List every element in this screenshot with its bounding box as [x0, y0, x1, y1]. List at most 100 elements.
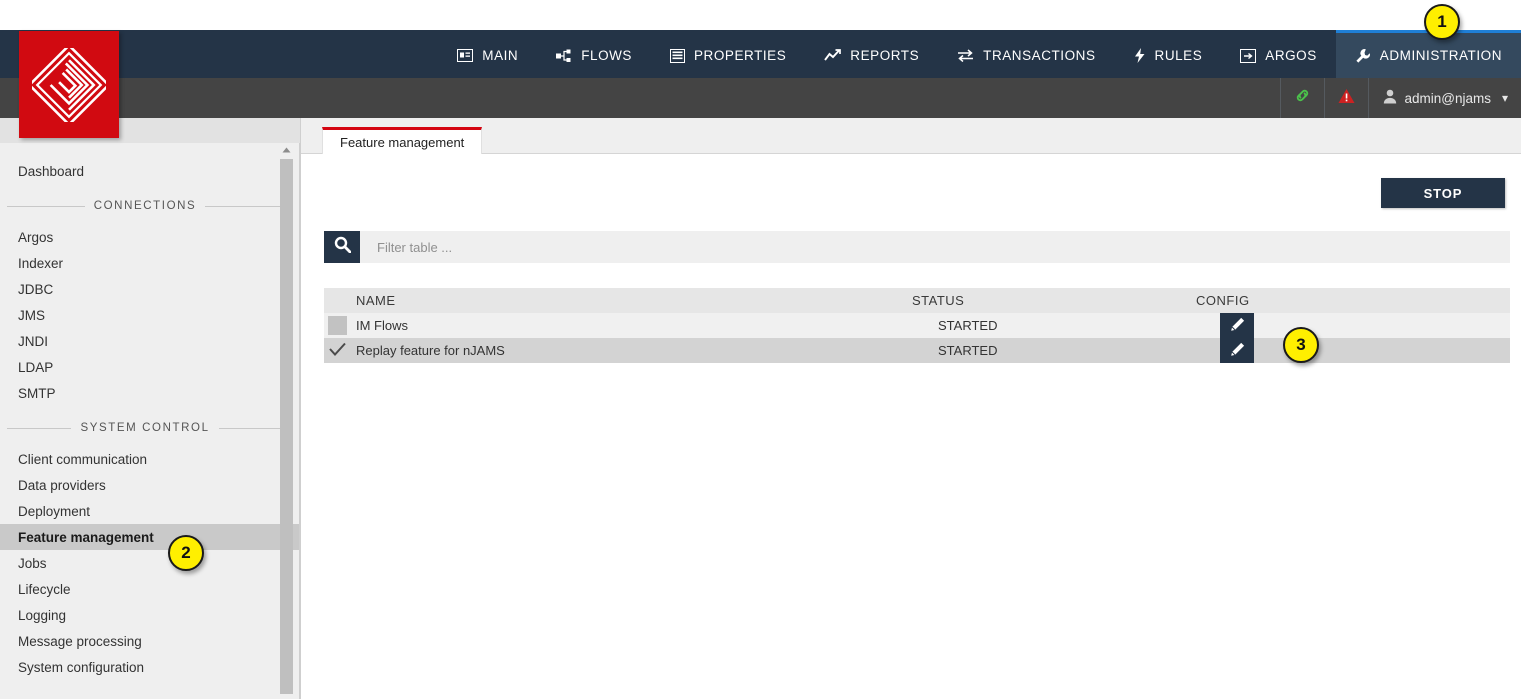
sidebar-item-label: Indexer [18, 255, 64, 271]
nav-item-reports[interactable]: REPORTS [805, 30, 938, 78]
sidebar-item-label: Data providers [18, 477, 106, 493]
row-checkbox-replay-feature[interactable] [324, 338, 350, 363]
sidebar-item-jndi[interactable]: JNDI [0, 328, 299, 354]
sidebar-item-client-communication[interactable]: Client communication [0, 446, 299, 472]
nav-item-flows[interactable]: FLOWS [537, 30, 651, 78]
config-edit-button[interactable] [1220, 313, 1254, 338]
group-divider-left [7, 205, 85, 207]
cell-config [1220, 338, 1510, 363]
logo-spiral-mark [32, 47, 106, 122]
warning-status-button[interactable] [1324, 78, 1368, 118]
sidebar-navigation: Dashboard CONNECTIONS Argos Indexer JDBC… [0, 143, 300, 699]
main-content-area: Feature management STOP NAME STATUS CONF… [301, 118, 1521, 699]
sidebar-item-label: Feature management [18, 529, 154, 545]
link-chain-icon [1294, 87, 1311, 109]
sidebar-item-label: Lifecycle [18, 581, 71, 597]
cell-status: STARTED [938, 343, 998, 358]
feature-table: NAME STATUS CONFIG IM Flows STARTED Repl… [324, 288, 1510, 363]
sidebar-item-dashboard[interactable]: Dashboard [0, 158, 299, 184]
sidebar-group-label: SYSTEM CONTROL [80, 422, 210, 434]
list-box-icon [670, 48, 685, 63]
scroll-up-arrow-icon[interactable] [280, 143, 293, 157]
page-top-margin [0, 0, 1521, 30]
nav-item-transactions[interactable]: TRANSACTIONS [938, 30, 1114, 78]
sidebar-item-smtp[interactable]: SMTP [0, 380, 299, 406]
nav-item-administration[interactable]: ADMINISTRATION [1335, 30, 1521, 78]
column-header-config: CONFIG [1196, 293, 1250, 308]
pencil-edit-icon [1230, 342, 1245, 360]
tab-label: Feature management [340, 134, 465, 150]
sidebar-item-ldap[interactable]: LDAP [0, 354, 299, 380]
group-divider-right [218, 427, 284, 429]
row-checkbox-im-flows[interactable] [324, 313, 350, 338]
nav-item-properties[interactable]: PROPERTIES [651, 30, 805, 78]
chart-line-icon [824, 49, 842, 62]
sidebar-item-lifecycle[interactable]: Lifecycle [0, 576, 299, 602]
chevron-down-icon: ▾ [1501, 91, 1508, 105]
sidebar-item-argos[interactable]: Argos [0, 224, 299, 250]
sidebar-scrollbar[interactable] [280, 143, 293, 699]
wrench-icon [1355, 48, 1371, 64]
sidebar-item-message-processing[interactable]: Message processing [0, 628, 299, 654]
connection-status-button[interactable] [1280, 78, 1324, 118]
tab-feature-management[interactable]: Feature management [322, 127, 483, 154]
nav-item-label: RULES [1154, 48, 1203, 63]
nav-item-label: REPORTS [850, 48, 920, 63]
sidebar-item-label: Message processing [18, 633, 142, 649]
framed-arrow-icon [1240, 48, 1257, 63]
flows-nodes-icon [556, 49, 572, 63]
nav-item-label: PROPERTIES [694, 48, 787, 63]
pencil-edit-icon [1230, 317, 1245, 335]
scrollbar-thumb[interactable] [280, 159, 293, 694]
search-button[interactable] [324, 231, 360, 263]
top-navigation-bar: MAIN FLOWS PROPERTIES REPORTS TRANSACTIO… [0, 30, 1521, 78]
unchecked-box-icon [327, 316, 347, 335]
secondary-toolbar: admin@njams ▾ [0, 78, 1521, 118]
sidebar-item-label: Client communication [18, 451, 148, 467]
column-header-name: NAME [356, 293, 396, 308]
group-divider-left [7, 427, 72, 429]
sidebar-item-deployment[interactable]: Deployment [0, 498, 299, 524]
annotation-badge-2: 2 [168, 535, 204, 571]
sidebar-item-label: Argos [18, 229, 54, 245]
sidebar-item-jdbc[interactable]: JDBC [0, 276, 299, 302]
cell-name: Replay feature for nJAMS [356, 343, 505, 358]
nav-item-label: ADMINISTRATION [1379, 48, 1502, 63]
nav-item-argos[interactable]: ARGOS [1221, 30, 1336, 78]
sidebar-item-feature-management[interactable]: Feature management [0, 524, 299, 550]
sidebar-item-logging[interactable]: Logging [0, 602, 299, 628]
nav-item-main[interactable]: MAIN [438, 30, 537, 78]
checkmark-icon [328, 342, 346, 360]
sidebar-item-label: Jobs [18, 555, 47, 571]
sidebar-item-label: Deployment [18, 503, 91, 519]
person-icon [1383, 89, 1397, 107]
stop-button[interactable]: STOP [1381, 178, 1505, 208]
config-edit-button[interactable] [1220, 338, 1254, 363]
warning-triangle-icon [1338, 88, 1355, 109]
user-menu-button[interactable]: admin@njams ▾ [1368, 78, 1521, 118]
table-row[interactable]: Replay feature for nJAMS STARTED [324, 338, 1510, 363]
sidebar-item-label: SMTP [18, 385, 56, 401]
search-icon [334, 236, 351, 258]
filter-input[interactable] [360, 231, 1510, 263]
sidebar-item-indexer[interactable]: Indexer [0, 250, 299, 276]
transfer-arrows-icon [957, 49, 974, 62]
njams-logo[interactable] [19, 31, 119, 138]
sidebar-item-data-providers[interactable]: Data providers [0, 472, 299, 498]
sidebar-group-label: CONNECTIONS [93, 200, 197, 212]
nav-item-label: TRANSACTIONS [983, 48, 1096, 63]
annotation-badge-3: 3 [1283, 327, 1319, 363]
cell-name: IM Flows [356, 318, 408, 333]
sidebar-group-system-control: SYSTEM CONTROL [7, 422, 284, 434]
sidebar-item-label: JMS [18, 307, 45, 323]
sidebar-item-jobs[interactable]: Jobs [0, 550, 299, 576]
nav-item-rules[interactable]: RULES [1115, 30, 1222, 78]
application-window: MAIN FLOWS PROPERTIES REPORTS TRANSACTIO… [0, 0, 1521, 699]
nav-item-label: MAIN [482, 48, 519, 63]
nav-item-label: ARGOS [1265, 48, 1317, 63]
sidebar-item-label: Dashboard [18, 163, 85, 179]
sidebar-item-system-configuration[interactable]: System configuration [0, 654, 299, 680]
sidebar-item-jms[interactable]: JMS [0, 302, 299, 328]
table-row[interactable]: IM Flows STARTED [324, 313, 1510, 338]
lightning-bolt-icon [1134, 48, 1146, 63]
